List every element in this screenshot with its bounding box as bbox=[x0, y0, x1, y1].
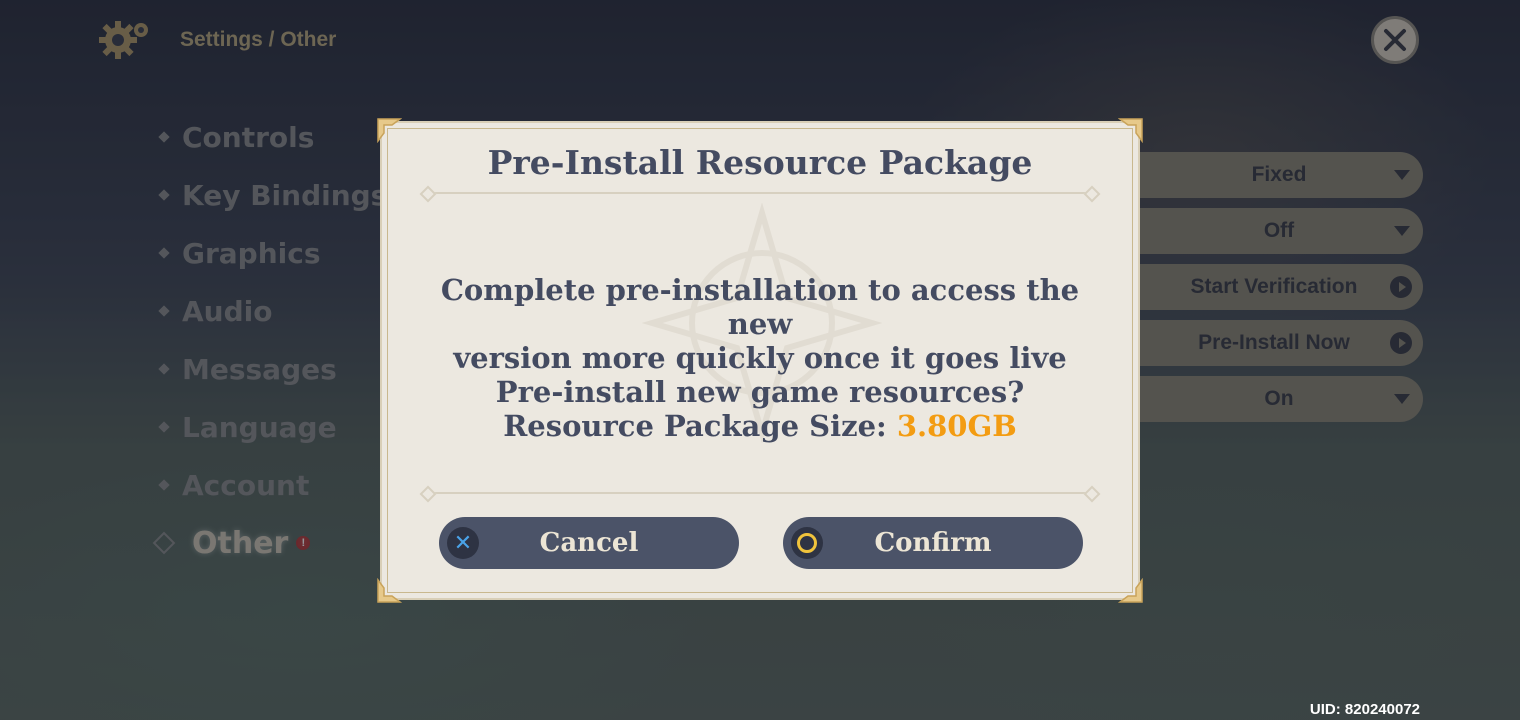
cancel-button[interactable]: ✕ Cancel bbox=[439, 517, 739, 569]
cross-button-icon: ✕ bbox=[447, 527, 479, 559]
message-line: version more quickly once it goes live bbox=[453, 341, 1067, 375]
divider bbox=[422, 192, 1098, 194]
uid-label: UID: 820240072 bbox=[1309, 701, 1420, 718]
package-size-value: 3.80GB bbox=[896, 409, 1017, 443]
corner-ornament-icon bbox=[376, 117, 403, 144]
dialog-title: Pre-Install Resource Package bbox=[487, 143, 1033, 182]
pre-install-dialog: Pre-Install Resource Package Complete pr… bbox=[377, 118, 1143, 603]
corner-ornament-icon bbox=[376, 577, 403, 604]
message-line: Pre-install new game resources? bbox=[495, 375, 1025, 409]
divider bbox=[422, 492, 1098, 494]
dialog-message: Complete pre-installation to access the … bbox=[422, 273, 1098, 443]
message-line: Complete pre-installation to access the … bbox=[440, 273, 1080, 341]
corner-ornament-icon bbox=[1117, 577, 1144, 604]
confirm-label: Confirm bbox=[874, 528, 992, 558]
package-size-label: Resource Package Size: bbox=[503, 409, 897, 443]
circle-button-icon bbox=[791, 527, 823, 559]
cancel-label: Cancel bbox=[539, 528, 639, 558]
package-size-line: Resource Package Size: 3.80GB bbox=[422, 409, 1098, 443]
corner-ornament-icon bbox=[1117, 117, 1144, 144]
confirm-button[interactable]: Confirm bbox=[783, 517, 1083, 569]
